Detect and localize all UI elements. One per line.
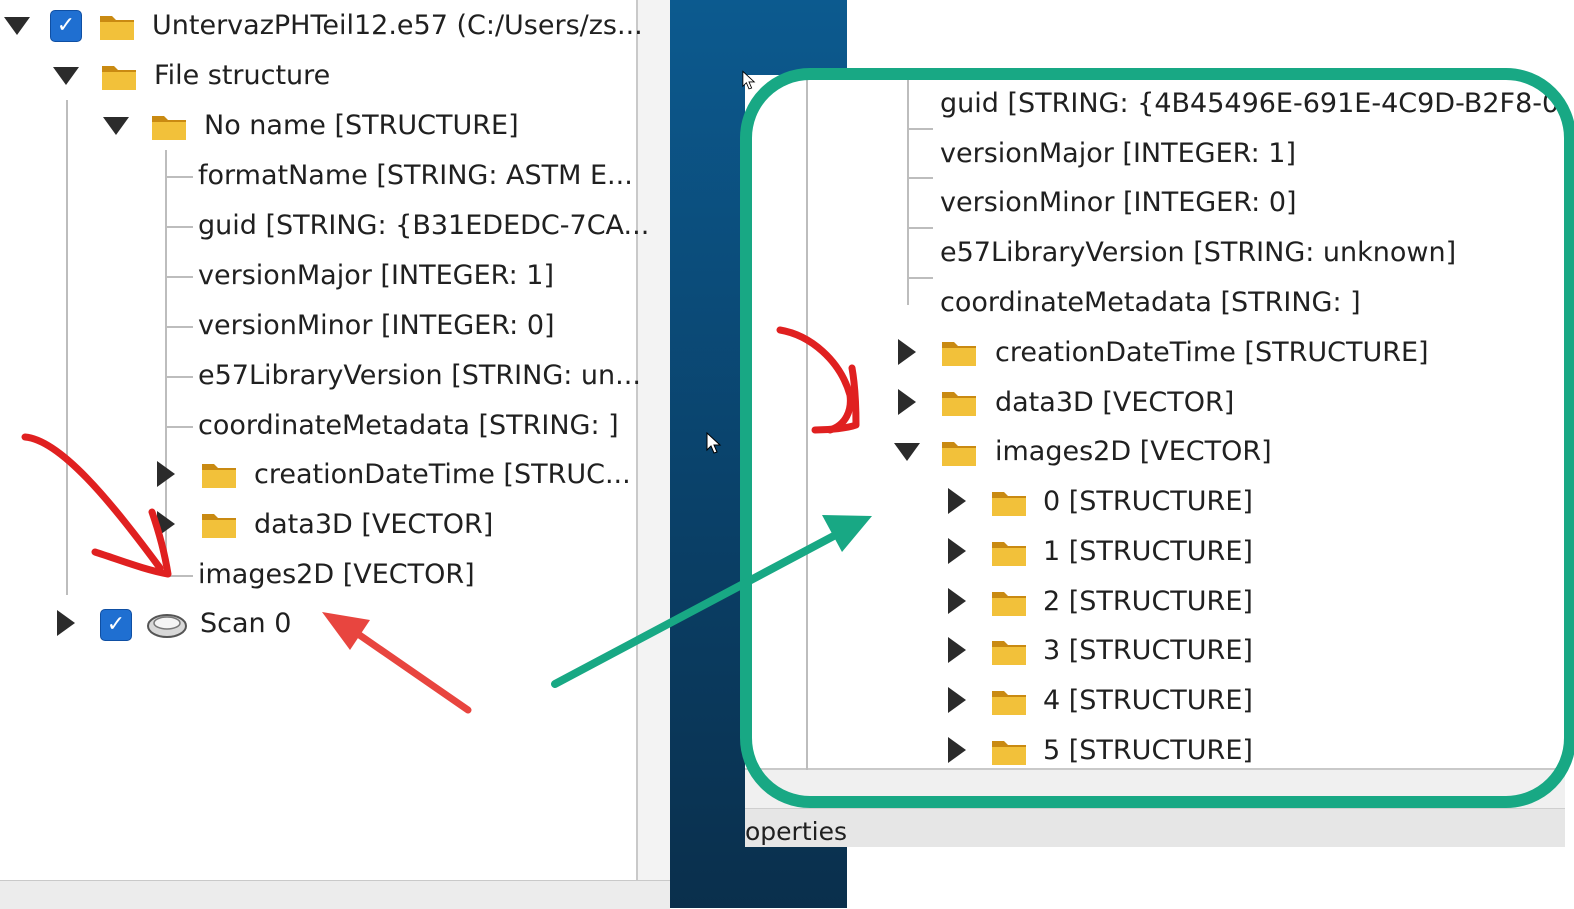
left-panel-scroll-gutter xyxy=(638,0,670,880)
left-panel-bottom-bar xyxy=(0,880,670,909)
tree-guide xyxy=(167,376,193,378)
properties-tab-strip xyxy=(745,808,1565,847)
scan-checkbox[interactable]: ✓ xyxy=(100,609,132,641)
folder-icon xyxy=(202,514,236,538)
tree-guide xyxy=(167,426,193,428)
tree-guide xyxy=(167,226,193,228)
tree-item-library-version[interactable]: e57LibraryVersion [STRING: un... xyxy=(198,360,641,392)
folder-icon xyxy=(100,16,134,40)
tree-item-creation-date-time[interactable]: creationDateTime [STRUC... xyxy=(254,459,631,491)
tree-item-format-name[interactable]: formatName [STRING: ASTM E... xyxy=(198,160,633,192)
tree-item-file-structure[interactable]: File structure xyxy=(154,60,330,92)
root-checkbox[interactable]: ✓ xyxy=(50,10,82,42)
tree-guide xyxy=(167,276,193,278)
mouse-cursor-icon xyxy=(742,70,756,90)
tree-root-label[interactable]: UntervazPHTeil12.e57 (C:/Users/zs... xyxy=(152,10,643,42)
expand-down-icon[interactable] xyxy=(53,67,79,85)
expand-right-icon[interactable] xyxy=(157,511,175,537)
properties-tab[interactable]: operties xyxy=(745,816,847,848)
expand-down-icon[interactable] xyxy=(103,117,129,135)
callout-frame xyxy=(740,68,1574,808)
tree-item-version-minor[interactable]: versionMinor [INTEGER: 0] xyxy=(198,310,555,342)
expand-down-icon[interactable] xyxy=(4,17,30,35)
tree-item-guid[interactable]: guid [STRING: {B31EDEDC-7CA... xyxy=(198,210,649,242)
tree-item-version-major[interactable]: versionMajor [INTEGER: 1] xyxy=(198,260,554,292)
folder-icon xyxy=(102,66,136,90)
tree-item-data3d[interactable]: data3D [VECTOR] xyxy=(254,509,493,541)
tree-item-scan-0[interactable]: Scan 0 xyxy=(200,608,291,640)
expand-right-icon[interactable] xyxy=(57,610,75,636)
mouse-cursor-icon xyxy=(706,432,722,454)
expand-right-icon[interactable] xyxy=(157,461,175,487)
folder-icon xyxy=(202,464,236,488)
tree-guide xyxy=(167,326,193,328)
tree-item-no-name[interactable]: No name [STRUCTURE] xyxy=(204,110,519,142)
tree-item-coordinate-metadata[interactable]: coordinateMetadata [STRING: ] xyxy=(198,410,619,442)
folder-icon xyxy=(152,116,186,140)
tree-guide xyxy=(66,100,68,595)
tree-item-images2d[interactable]: images2D [VECTOR] xyxy=(198,559,475,591)
tree-guide xyxy=(167,575,193,577)
point-cloud-icon xyxy=(147,614,187,638)
tree-guide xyxy=(167,176,193,178)
